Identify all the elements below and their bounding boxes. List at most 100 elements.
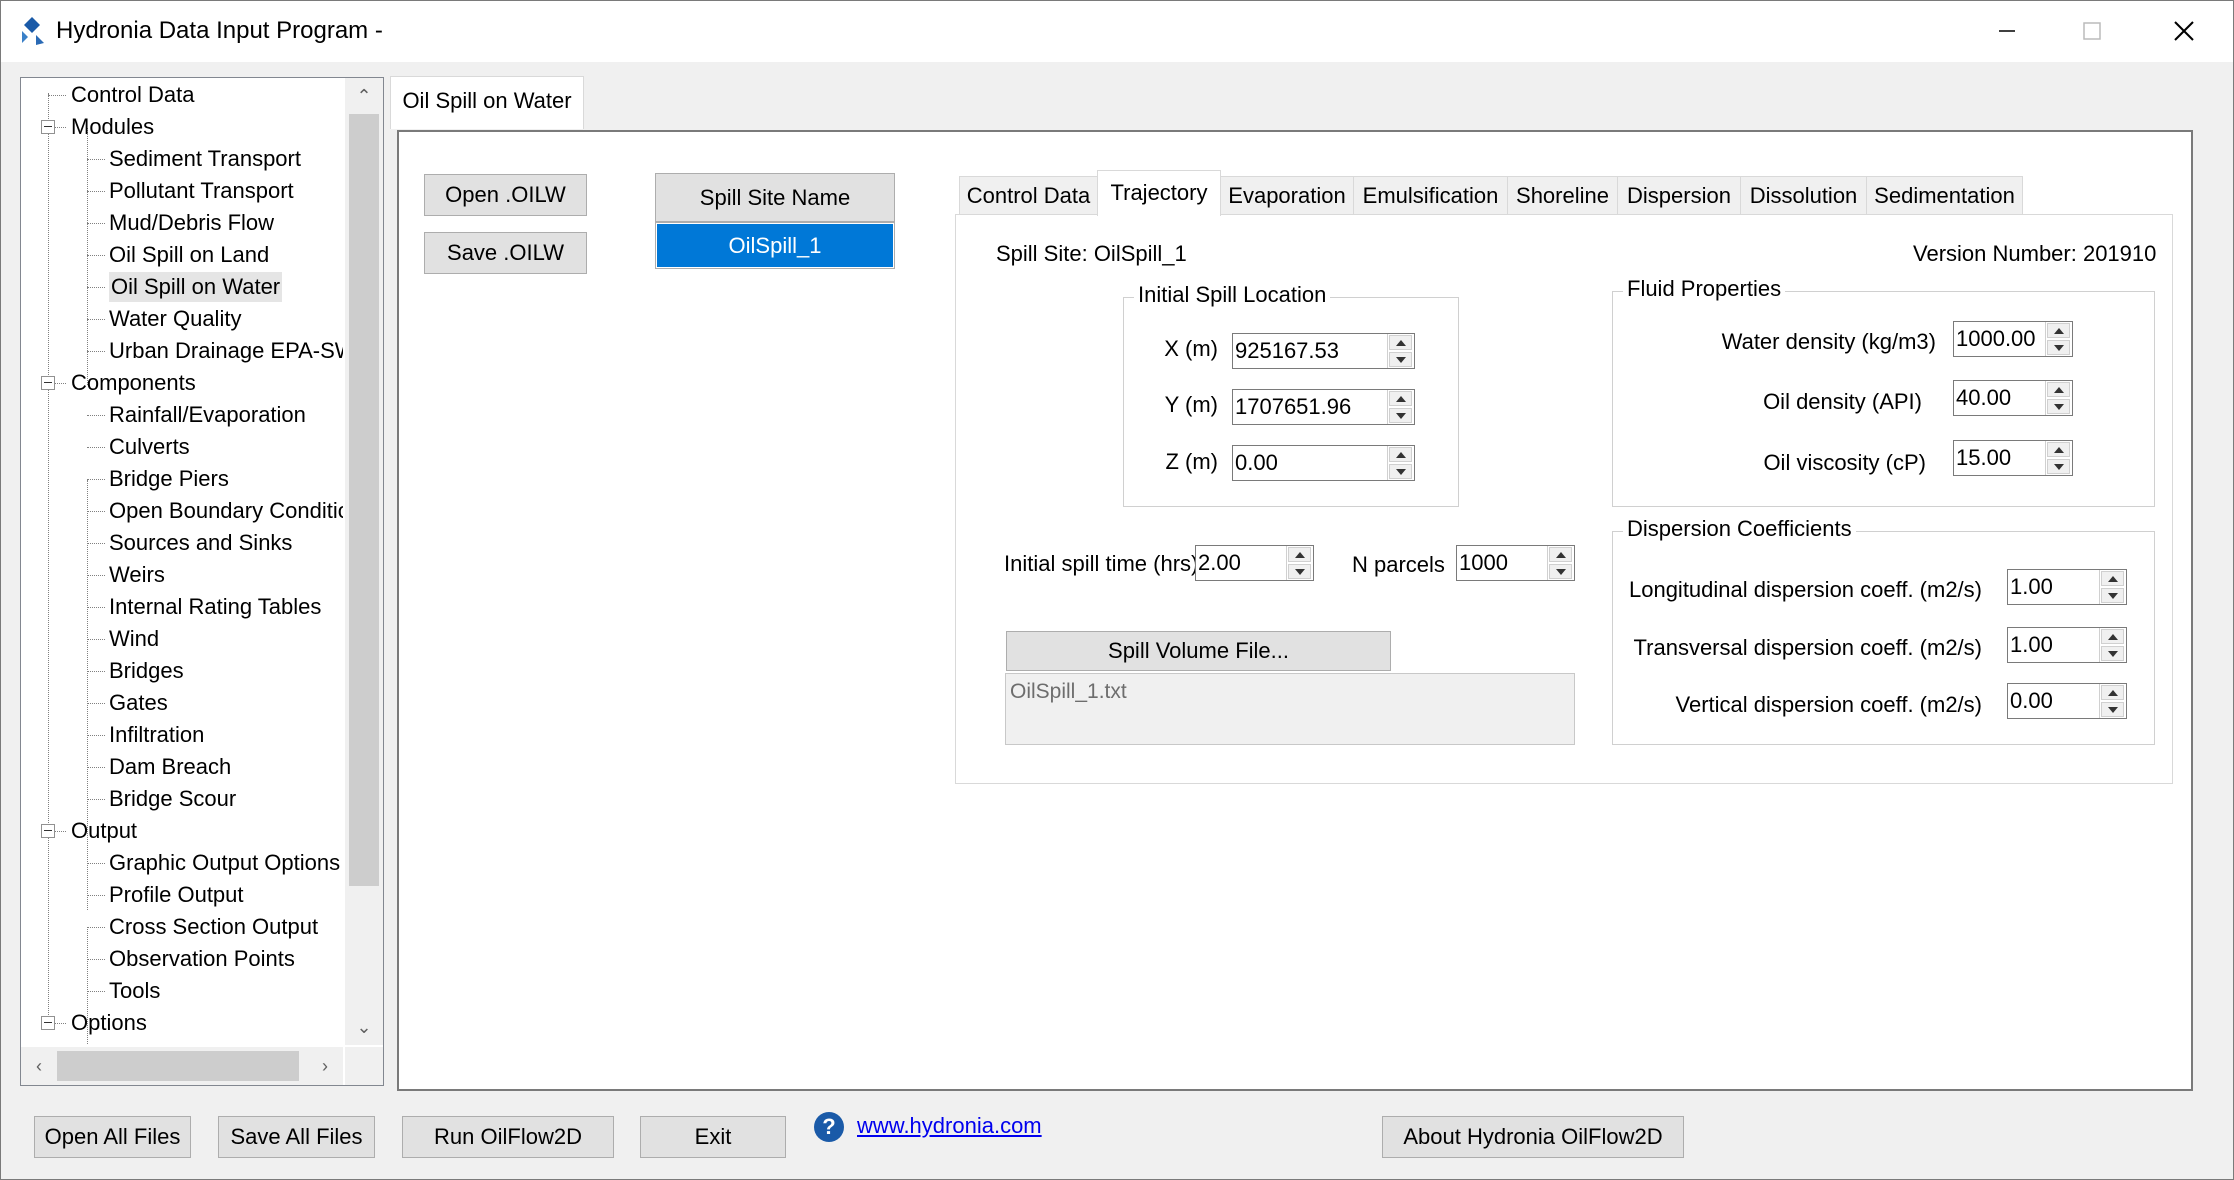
collapse-icon[interactable] xyxy=(41,376,55,390)
tree-item[interactable]: Bridge Piers xyxy=(109,464,229,494)
spill-volume-file-field[interactable]: OilSpill_1.txt xyxy=(1005,673,1575,745)
tree-item[interactable]: Oil Spill on Water xyxy=(109,272,283,302)
tree-item[interactable]: Sediment Transport xyxy=(109,144,301,174)
scroll-left-icon[interactable]: ‹ xyxy=(21,1048,57,1084)
oil-density-input[interactable] xyxy=(1953,380,2073,416)
navigation-tree[interactable]: Control Data Modules Sediment Transport Pol… xyxy=(20,77,384,1086)
water-density-input[interactable] xyxy=(1953,321,2073,357)
water-density-value[interactable] xyxy=(1954,322,2046,356)
help-icon[interactable]: ? xyxy=(814,1112,844,1142)
y-spinner[interactable] xyxy=(1387,390,1414,424)
tree-item[interactable]: Pollutant Transport xyxy=(109,176,294,206)
tree-item[interactable]: Bridge Scour xyxy=(109,784,236,814)
collapse-icon[interactable] xyxy=(41,1016,55,1030)
tab-sedimentation[interactable]: Sedimentation xyxy=(1866,176,2023,214)
tree-item[interactable]: Weirs xyxy=(109,560,165,590)
tree-vertical-scrollbar[interactable]: ⌃ ⌄ xyxy=(345,78,383,1045)
spin-down-icon[interactable] xyxy=(1389,352,1412,367)
tree-item[interactable]: Modules xyxy=(71,112,154,142)
spin-down-icon[interactable] xyxy=(1549,564,1572,579)
tab-trajectory[interactable]: Trajectory xyxy=(1097,170,1221,216)
open-all-files-button[interactable]: Open All Files xyxy=(34,1116,191,1158)
tab-shoreline[interactable]: Shoreline xyxy=(1507,176,1618,214)
spin-down-icon[interactable] xyxy=(1389,464,1412,479)
z-value[interactable] xyxy=(1233,446,1388,480)
tree-item[interactable]: Options xyxy=(71,1008,147,1038)
maximize-button[interactable] xyxy=(2046,0,2138,62)
spill-site-item[interactable]: OilSpill_1 xyxy=(657,224,893,267)
spin-up-icon[interactable] xyxy=(2101,571,2124,586)
vertical-dispersion-input[interactable] xyxy=(2007,683,2127,719)
water-density-spinner[interactable] xyxy=(2045,322,2072,356)
spin-up-icon[interactable] xyxy=(2101,629,2124,644)
close-button[interactable] xyxy=(2138,0,2230,62)
spin-down-icon[interactable] xyxy=(2101,588,2124,603)
spin-up-icon[interactable] xyxy=(1389,447,1412,462)
z-input[interactable] xyxy=(1232,445,1415,481)
spin-down-icon[interactable] xyxy=(2047,340,2070,355)
spin-down-icon[interactable] xyxy=(2047,399,2070,414)
tree-item[interactable]: Internal Rating Tables xyxy=(109,592,321,622)
tree-item[interactable]: Observation Points xyxy=(109,944,295,974)
x-value[interactable] xyxy=(1233,334,1388,368)
tree-item[interactable]: Bridges xyxy=(109,656,184,686)
minimize-button[interactable] xyxy=(1961,0,2053,62)
spill-site-name-header[interactable]: Spill Site Name xyxy=(655,173,895,222)
oil-viscosity-input[interactable] xyxy=(1953,440,2073,476)
tab-dissolution[interactable]: Dissolution xyxy=(1740,176,1867,214)
oil-density-spinner[interactable] xyxy=(2045,381,2072,415)
spin-up-icon[interactable] xyxy=(1549,547,1572,562)
tree-item[interactable]: Tools xyxy=(109,976,160,1006)
tree-item[interactable]: Oil Spill on Land xyxy=(109,240,269,270)
tree-item[interactable]: Open Boundary Conditior xyxy=(109,496,343,526)
longitudinal-dispersion-spinner[interactable] xyxy=(2099,570,2126,604)
spin-up-icon[interactable] xyxy=(2047,382,2070,397)
scroll-right-icon[interactable]: › xyxy=(307,1048,343,1084)
spill-site-list[interactable]: OilSpill_1 xyxy=(655,222,895,269)
spin-down-icon[interactable] xyxy=(1288,564,1311,579)
y-input[interactable] xyxy=(1232,389,1415,425)
spin-up-icon[interactable] xyxy=(1389,391,1412,406)
vertical-scroll-thumb[interactable] xyxy=(349,114,379,886)
tree-item[interactable]: Profile Output xyxy=(109,880,244,910)
tree-item[interactable]: Model Selection xyxy=(109,1040,266,1045)
longitudinal-dispersion-input[interactable] xyxy=(2007,569,2127,605)
spin-up-icon[interactable] xyxy=(2047,323,2070,338)
oil-density-value[interactable] xyxy=(1954,381,2046,415)
n-parcels-value[interactable] xyxy=(1457,546,1548,580)
tree-horizontal-scrollbar[interactable]: ‹ › xyxy=(21,1047,343,1085)
tree-item[interactable]: Gates xyxy=(109,688,168,718)
initial-spill-time-spinner[interactable] xyxy=(1286,546,1313,580)
vertical-dispersion-spinner[interactable] xyxy=(2099,684,2126,718)
tab-evaporation[interactable]: Evaporation xyxy=(1220,176,1354,214)
tab-dispersion[interactable]: Dispersion xyxy=(1617,176,1741,214)
tree-item[interactable]: Infiltration xyxy=(109,720,204,750)
collapse-icon[interactable] xyxy=(41,120,55,134)
z-spinner[interactable] xyxy=(1387,446,1414,480)
tree-item[interactable]: Mud/Debris Flow xyxy=(109,208,274,238)
horizontal-scroll-thumb[interactable] xyxy=(57,1051,299,1081)
oil-viscosity-spinner[interactable] xyxy=(2045,441,2072,475)
tab-emulsification[interactable]: Emulsification xyxy=(1353,176,1508,214)
scroll-up-icon[interactable]: ⌃ xyxy=(346,78,382,114)
vertical-dispersion-value[interactable] xyxy=(2008,684,2100,718)
hydronia-website-link[interactable]: www.hydronia.com xyxy=(857,1113,1042,1139)
spin-down-icon[interactable] xyxy=(2101,702,2124,717)
n-parcels-input[interactable] xyxy=(1456,545,1575,581)
tab-oil-spill-on-water[interactable]: Oil Spill on Water xyxy=(390,76,584,129)
run-oilflow2d-button[interactable]: Run OilFlow2D xyxy=(402,1116,614,1158)
spill-volume-file-button[interactable]: Spill Volume File... xyxy=(1006,631,1391,671)
scroll-down-icon[interactable]: ⌄ xyxy=(346,1009,382,1045)
save-all-files-button[interactable]: Save All Files xyxy=(218,1116,375,1158)
tree-item[interactable]: Rainfall/Evaporation xyxy=(109,400,306,430)
tree-item[interactable]: Dam Breach xyxy=(109,752,231,782)
initial-spill-time-input[interactable] xyxy=(1195,545,1314,581)
y-value[interactable] xyxy=(1233,390,1388,424)
open-oilw-button[interactable]: Open .OILW xyxy=(424,174,587,216)
tree-item[interactable]: Graphic Output Options xyxy=(109,848,340,878)
x-input[interactable] xyxy=(1232,333,1415,369)
exit-button[interactable]: Exit xyxy=(640,1116,786,1158)
tree-item[interactable]: Sources and Sinks xyxy=(109,528,292,558)
spin-up-icon[interactable] xyxy=(2101,685,2124,700)
tab-control-data[interactable]: Control Data xyxy=(959,176,1098,214)
